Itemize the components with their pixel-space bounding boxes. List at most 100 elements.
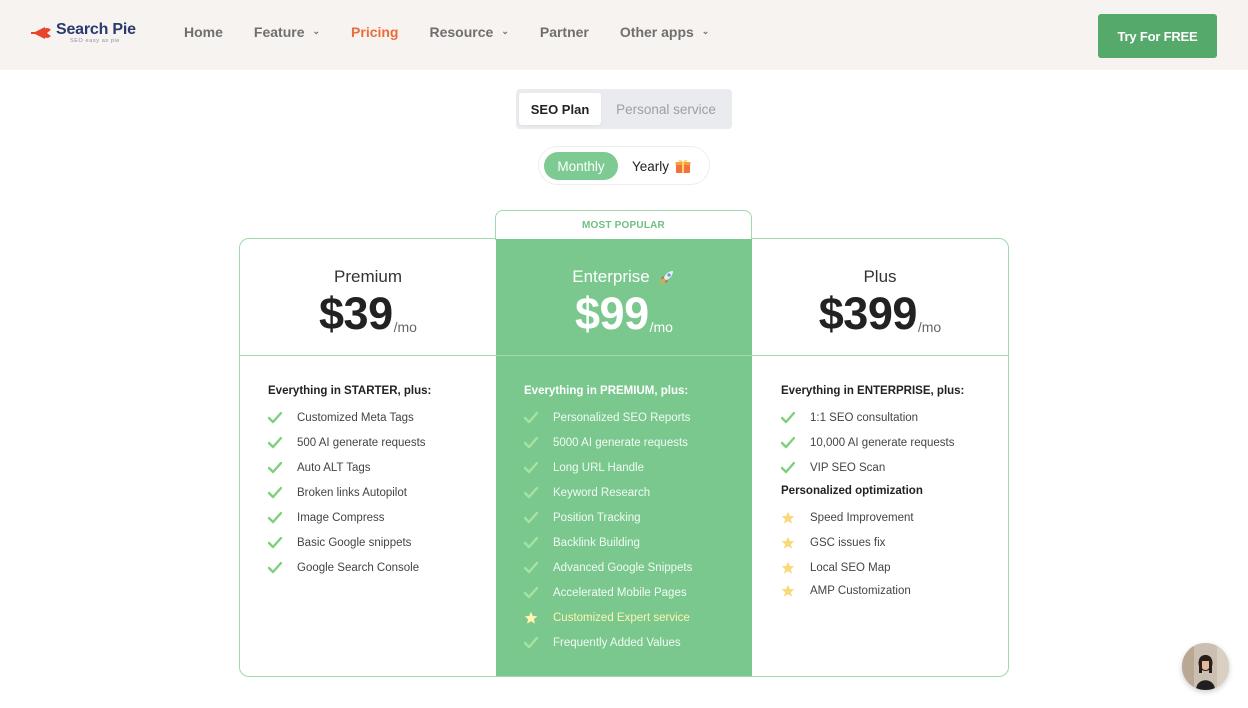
avatar-icon xyxy=(1182,643,1229,690)
plan-name-text: Enterprise xyxy=(572,267,650,286)
feature-text: Personalized SEO Reports xyxy=(553,412,691,424)
billing-monthly-button[interactable]: Monthly xyxy=(544,152,618,180)
feature-item: VIP SEO Scan xyxy=(781,460,964,476)
star-icon xyxy=(781,511,795,525)
card-header-divider xyxy=(240,355,1008,356)
logo-icon xyxy=(31,24,53,42)
price-unit: /mo xyxy=(917,319,942,335)
feature-item: 10,000 AI generate requests xyxy=(781,435,964,451)
price-unit: /mo xyxy=(649,319,673,335)
feature-text: 500 AI generate requests xyxy=(297,437,426,449)
check-icon xyxy=(524,586,538,600)
feature-text: Keyword Research xyxy=(553,487,651,499)
nav-feature[interactable]: Feature ⌄ xyxy=(254,24,320,40)
check-icon xyxy=(268,511,282,525)
check-icon xyxy=(524,636,538,650)
plan-card-plus: Plus $399 /mo Everything in ENTERPRISE, … xyxy=(752,239,1008,676)
feature-item: Frequently Added Values xyxy=(524,635,692,651)
chevron-down-icon: ⌄ xyxy=(501,25,509,36)
logo-tagline: SEO easy as pie xyxy=(70,38,120,44)
check-icon xyxy=(781,461,795,475)
check-icon xyxy=(268,561,282,575)
feature-text: GSC issues fix xyxy=(810,537,886,549)
feature-item: Personalized SEO Reports xyxy=(524,410,692,426)
feature-text: AMP Customization xyxy=(810,585,911,597)
feature-item: Speed Improvement xyxy=(781,510,964,526)
nav-home-label: Home xyxy=(184,24,223,40)
feature-text: 10,000 AI generate requests xyxy=(810,437,955,449)
feature-item: Basic Google snippets xyxy=(268,535,431,551)
check-icon xyxy=(524,411,538,425)
star-icon xyxy=(781,561,795,575)
feature-text: Image Compress xyxy=(297,512,385,524)
tab-personal-service[interactable]: Personal service xyxy=(607,93,725,125)
feature-item: Accelerated Mobile Pages xyxy=(524,585,692,601)
feature-text: Local SEO Map xyxy=(810,562,891,574)
feature-item: Customized Meta Tags xyxy=(268,410,431,426)
feature-item: 5000 AI generate requests xyxy=(524,435,692,451)
star-icon xyxy=(781,584,795,598)
nav-other-apps[interactable]: Other apps ⌄ xyxy=(620,24,709,40)
feature-text: Long URL Handle xyxy=(553,462,644,474)
feature-text: Advanced Google Snippets xyxy=(553,562,693,574)
check-icon xyxy=(268,411,282,425)
plan-name: Plus xyxy=(863,267,897,286)
feature-list: Everything in ENTERPRISE, plus: 1:1 SEO … xyxy=(781,385,964,608)
feature-item: Position Tracking xyxy=(524,510,692,526)
feature-item: AMP Customization xyxy=(781,583,964,599)
feature-text: Google Search Console xyxy=(297,562,420,574)
feature-item: 1:1 SEO consultation xyxy=(781,410,964,426)
logo[interactable]: Search Pie SEO easy as pie xyxy=(31,21,136,44)
chevron-down-icon: ⌄ xyxy=(312,25,321,36)
logo-name: Search Pie xyxy=(56,21,136,38)
plan-price: $39 /mo xyxy=(240,289,496,339)
plan-name: Enterprise xyxy=(496,267,752,287)
nav-pricing-label: Pricing xyxy=(351,24,399,40)
check-icon xyxy=(524,486,538,500)
check-icon xyxy=(268,536,282,550)
feature-item: Broken links Autopilot xyxy=(268,485,431,501)
nav-partner[interactable]: Partner xyxy=(540,24,589,40)
price-amount: $99 xyxy=(575,288,649,339)
nav-resource-label: Resource xyxy=(429,24,494,40)
plan-card-premium: Premium $39 /mo Everything in STARTER, p… xyxy=(240,239,496,676)
check-icon xyxy=(524,461,538,475)
feature-item: Advanced Google Snippets xyxy=(524,560,692,576)
feature-text: Position Tracking xyxy=(553,512,641,524)
billing-toggle: Monthly Yearly xyxy=(538,146,710,185)
price-amount: $39 xyxy=(319,288,393,339)
site-header: Search Pie SEO easy as pie Home Feature ⌄… xyxy=(0,0,1248,70)
nav-resource[interactable]: Resource ⌄ xyxy=(430,24,509,40)
price-unit: /mo xyxy=(393,319,417,335)
feature-list: Everything in PREMIUM, plus: Personalize… xyxy=(524,385,692,660)
feature-item: Customized Expert service xyxy=(524,610,692,626)
check-icon xyxy=(268,461,282,475)
billing-yearly-label: Yearly xyxy=(632,158,670,174)
billing-yearly-button[interactable]: Yearly xyxy=(632,152,691,180)
feature-heading: Everything in STARTER, plus: xyxy=(268,385,432,397)
try-for-free-button[interactable]: Try For FREE xyxy=(1098,14,1217,58)
chevron-down-icon: ⌄ xyxy=(701,25,710,36)
main-nav: Home Feature ⌄ Pricing Resource ⌄ Partner … xyxy=(184,24,740,40)
plan-price: $99 /mo xyxy=(496,289,752,339)
feature-item: GSC issues fix xyxy=(781,535,964,551)
check-icon xyxy=(781,411,795,425)
feature-item: Local SEO Map xyxy=(781,560,964,576)
chat-avatar-button[interactable] xyxy=(1182,643,1229,690)
feature-item: Keyword Research xyxy=(524,485,692,501)
feature-item: Long URL Handle xyxy=(524,460,692,476)
nav-home[interactable]: Home xyxy=(184,24,223,40)
feature-text: 5000 AI generate requests xyxy=(553,437,688,449)
nav-pricing[interactable]: Pricing xyxy=(351,24,398,40)
nav-other-apps-label: Other apps xyxy=(619,24,694,40)
check-icon xyxy=(524,436,538,450)
check-icon xyxy=(524,561,538,575)
tab-seo-plan[interactable]: SEO Plan xyxy=(519,93,601,125)
check-icon xyxy=(268,436,282,450)
gift-icon xyxy=(675,158,691,174)
feature-text: VIP SEO Scan xyxy=(810,462,886,474)
feature-item: Image Compress xyxy=(268,510,431,526)
feature-text: Backlink Building xyxy=(553,537,640,549)
feature-text: Accelerated Mobile Pages xyxy=(553,587,687,599)
feature-item: Google Search Console xyxy=(268,560,431,576)
